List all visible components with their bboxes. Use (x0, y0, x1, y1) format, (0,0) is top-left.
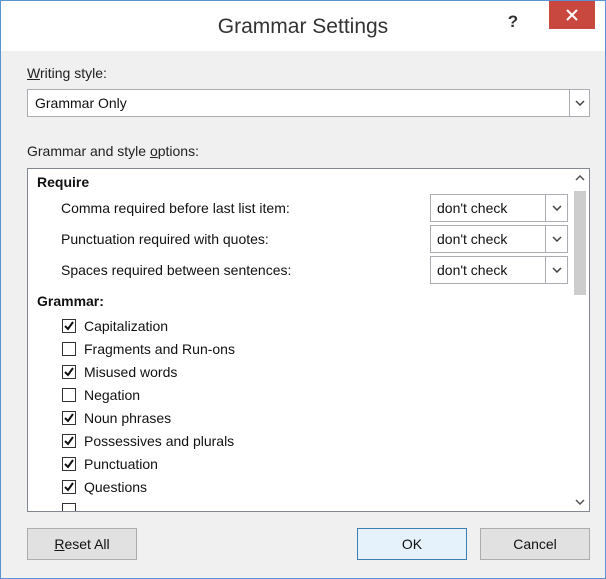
checkbox-label: Punctuation (84, 456, 158, 472)
checkbox-checked[interactable] (62, 457, 76, 471)
checkbox-label: Misused words (84, 364, 178, 380)
require-row-label: Spaces required between sentences: (61, 262, 292, 278)
checkbox-label: Negation (84, 387, 141, 403)
chevron-up-icon (575, 175, 585, 181)
grammar-options-list[interactable]: Require Comma required before last list … (27, 168, 590, 512)
checkmark-icon (64, 482, 74, 492)
vertical-scrollbar[interactable] (571, 169, 589, 511)
checkbox-checked[interactable] (62, 480, 76, 494)
checkmark-icon (64, 459, 74, 469)
comma-rule-select[interactable]: don't check (430, 194, 568, 222)
checkmark-icon (64, 436, 74, 446)
scroll-up-button[interactable] (571, 169, 589, 187)
writing-style-value: Grammar Only (35, 95, 127, 111)
select-value: don't check (437, 200, 508, 216)
chevron-down-icon (575, 499, 585, 505)
ok-button[interactable]: OK (357, 528, 467, 560)
scroll-thumb[interactable] (574, 191, 586, 295)
select-value: don't check (437, 262, 508, 278)
checkmark-icon (64, 413, 74, 423)
chevron-down-icon (552, 205, 562, 211)
close-icon (566, 9, 578, 21)
checkbox-label: Capitalization (84, 318, 169, 334)
select-dropdown-button[interactable] (545, 195, 567, 221)
writing-style-dropdown-button[interactable] (569, 90, 589, 116)
checkbox-checked[interactable] (62, 319, 76, 333)
title-bar: Grammar Settings ? (1, 1, 605, 51)
checkmark-icon (64, 367, 74, 377)
chevron-down-icon (552, 236, 562, 242)
chevron-down-icon (575, 100, 585, 106)
writing-style-label: Writing style: (27, 65, 107, 81)
select-value: don't check (437, 231, 508, 247)
close-button[interactable] (549, 1, 595, 29)
checkbox-label: Fragments and Run-ons (84, 341, 235, 357)
help-button[interactable]: ? (493, 9, 533, 35)
require-row-spaces: Spaces required between sentences: don't… (28, 255, 568, 285)
options-section-label: Grammar and style options: (27, 143, 199, 159)
checkbox-label: Questions (84, 479, 148, 495)
cancel-button[interactable]: Cancel (480, 528, 590, 560)
checkbox-label: Possessives and plurals (84, 433, 235, 449)
require-row-label: Punctuation required with quotes: (61, 231, 269, 247)
require-heading: Require (37, 174, 90, 190)
require-row-comma: Comma required before last list item: do… (28, 193, 568, 223)
checkmark-icon (64, 321, 74, 331)
checkbox-checked[interactable] (62, 365, 76, 379)
checkbox-checked[interactable] (62, 434, 76, 448)
grammar-settings-dialog: Grammar Settings ? Writing style: Gramma… (0, 0, 606, 579)
chevron-down-icon (552, 267, 562, 273)
checkbox[interactable] (62, 342, 76, 356)
punctuation-quotes-select[interactable]: don't check (430, 225, 568, 253)
checkbox[interactable] (62, 388, 76, 402)
select-dropdown-button[interactable] (545, 226, 567, 252)
require-row-label: Comma required before last list item: (61, 200, 290, 216)
spaces-between-sentences-select[interactable]: don't check (430, 256, 568, 284)
checkbox-checked[interactable] (62, 411, 76, 425)
grammar-heading: Grammar: (37, 293, 104, 309)
select-dropdown-button[interactable] (545, 257, 567, 283)
checkbox (62, 503, 76, 511)
checkbox-label: Noun phrases (84, 410, 172, 426)
reset-all-button[interactable]: Reset All (27, 528, 137, 560)
require-row-punctuation: Punctuation required with quotes: don't … (28, 224, 568, 254)
scroll-down-button[interactable] (571, 493, 589, 511)
writing-style-select[interactable]: Grammar Only (27, 89, 590, 117)
